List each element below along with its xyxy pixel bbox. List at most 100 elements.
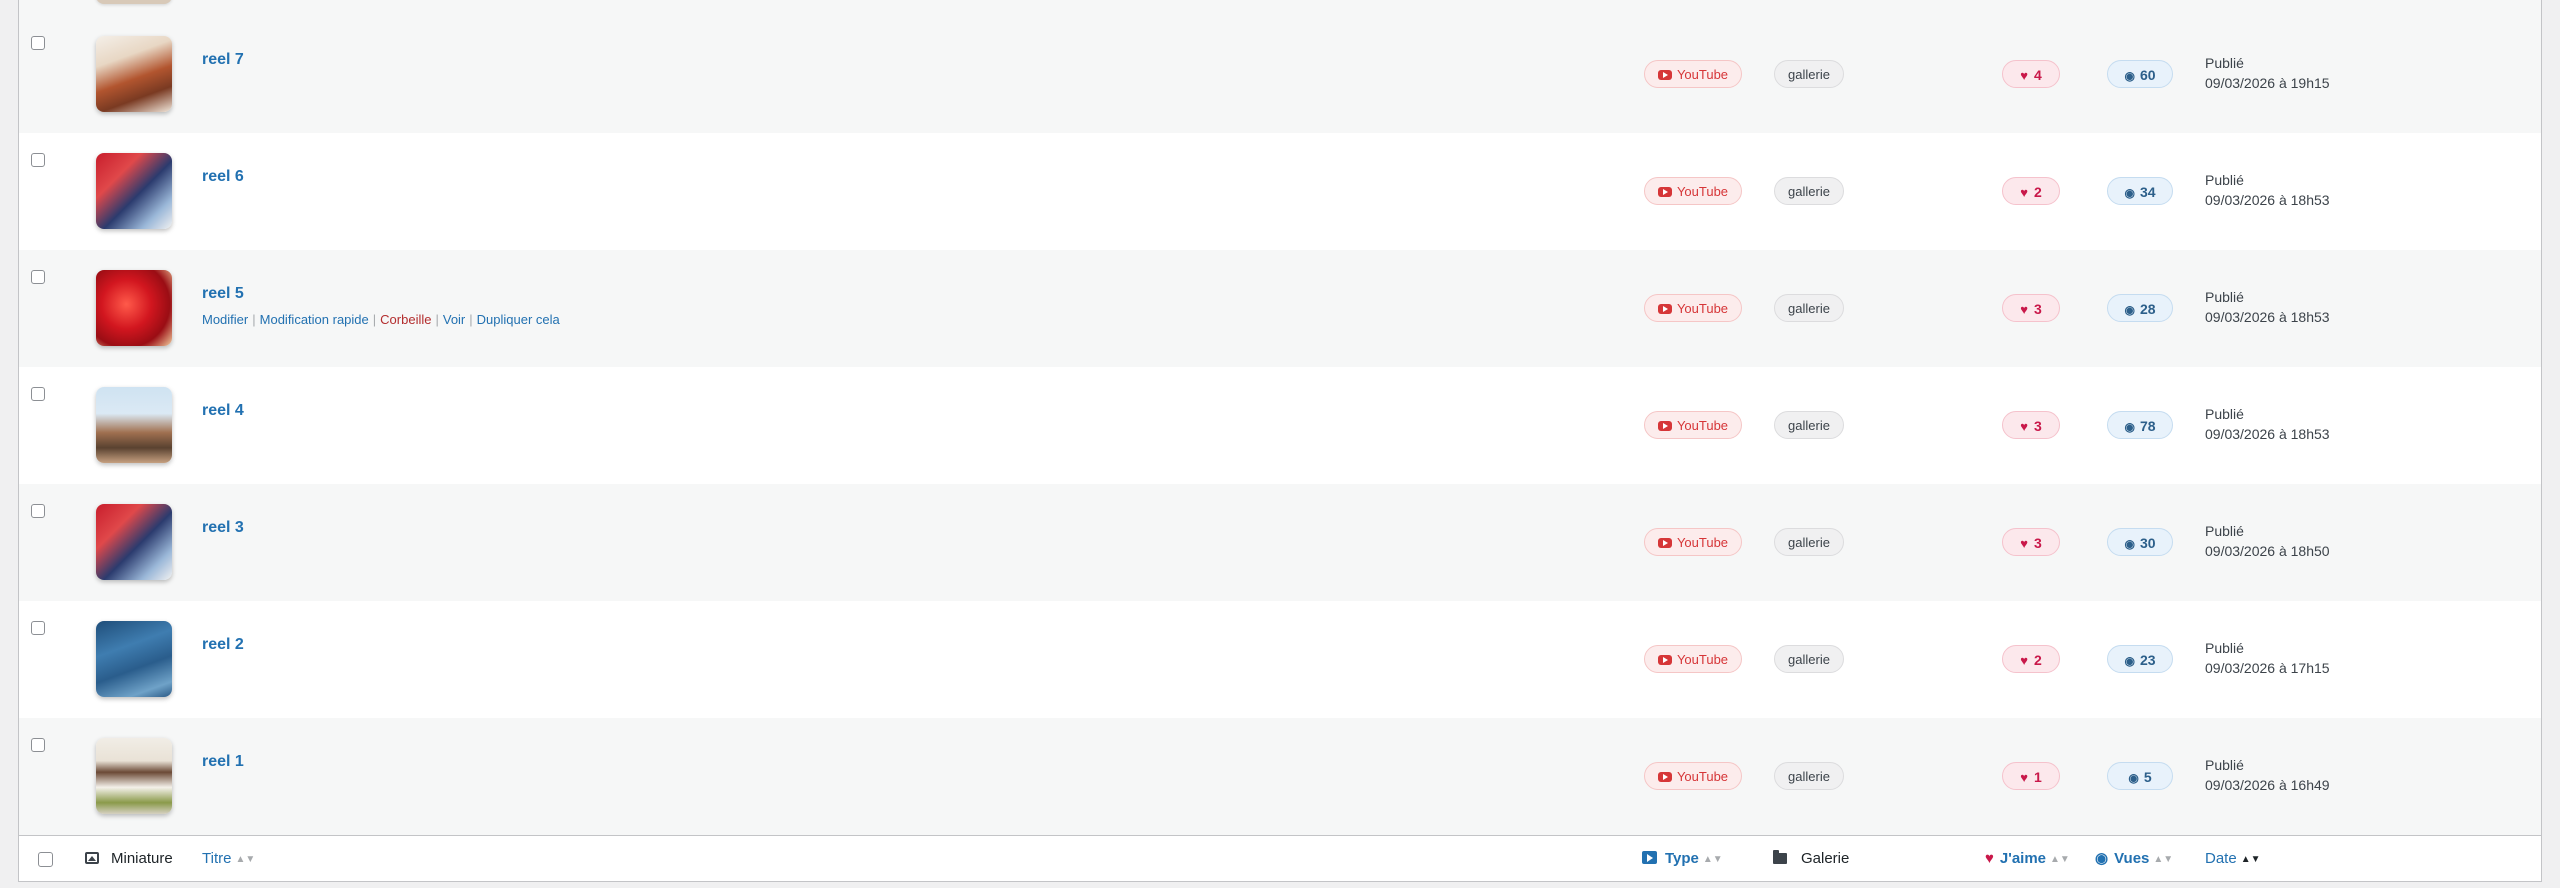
table-row: reel 3 YouTube gallerie ♥ 3 ◉ 30 Publié 09/… xyxy=(19,484,2541,601)
column-type-sort[interactable]: Type ▲▼ xyxy=(1642,848,1723,871)
table-row: reel 4 YouTube gallerie ♥ 3 ◉ 78 Publié 09/… xyxy=(19,367,2541,484)
type-badge: YouTube xyxy=(1644,60,1742,88)
date-cell: Publié 09/03/2026 à 17h15 xyxy=(2205,640,2330,676)
table-row: reel 6 YouTube gallerie ♥ 2 ◉ 34 Publié 09/… xyxy=(19,133,2541,250)
youtube-icon xyxy=(1657,772,1672,782)
row-checkbox[interactable] xyxy=(31,504,45,518)
row-thumbnail[interactable] xyxy=(96,270,172,346)
date-cell: Publié 09/03/2026 à 18h50 xyxy=(2205,523,2330,559)
folder-icon xyxy=(1773,850,1787,864)
image-icon xyxy=(85,852,99,864)
row-thumbnail[interactable] xyxy=(96,387,172,463)
row-title-link[interactable]: reel 2 xyxy=(202,636,244,654)
row-checkbox[interactable] xyxy=(31,270,45,284)
views-badge: ◉ 34 xyxy=(2107,177,2173,205)
row-title-link[interactable]: reel 1 xyxy=(202,753,244,771)
row-actions: Modifier | Modification rapide | Corbeille | V… xyxy=(202,312,560,327)
table-body: reel 7 YouTube gallerie ♥ 4 ◉ 60 Publié 09/… xyxy=(19,16,2541,835)
row-thumbnail[interactable] xyxy=(96,504,172,580)
youtube-icon xyxy=(1657,70,1672,80)
row-title-link[interactable]: reel 7 xyxy=(202,51,244,69)
previous-thumbnail-edge xyxy=(96,0,172,4)
row-thumbnail[interactable] xyxy=(96,738,172,814)
eye-icon: ◉ xyxy=(2124,69,2135,83)
row-title-link[interactable]: reel 3 xyxy=(202,519,244,537)
table-row: reel 7 YouTube gallerie ♥ 4 ◉ 60 Publié 09/… xyxy=(19,16,2541,133)
eye-icon: ◉ xyxy=(2124,654,2135,668)
likes-badge: ♥ 1 xyxy=(2002,762,2060,790)
column-gallery: Galerie xyxy=(1773,848,1849,870)
row-thumbnail[interactable] xyxy=(96,36,172,112)
row-checkbox[interactable] xyxy=(31,36,45,50)
gallery-badge: gallerie xyxy=(1774,60,1844,88)
date-cell: Publié 09/03/2026 à 19h15 xyxy=(2205,55,2330,91)
views-badge: ◉ 5 xyxy=(2107,762,2173,790)
row-checkbox[interactable] xyxy=(31,387,45,401)
heart-icon: ♥ xyxy=(2020,185,2028,200)
table-row: reel 1 YouTube gallerie ♥ 1 ◉ 5 Publié 09/0… xyxy=(19,718,2541,835)
type-badge: YouTube xyxy=(1644,645,1742,673)
heart-icon: ♥ xyxy=(2020,419,2028,434)
duplicate-link[interactable]: Dupliquer cela xyxy=(477,312,560,327)
edit-link[interactable]: Modifier xyxy=(202,312,248,327)
table-footer: Miniature Titre ▲▼ Type ▲▼ Galerie ♥ J'aime… xyxy=(19,835,2541,881)
date-cell: Publié 09/03/2026 à 16h49 xyxy=(2205,757,2330,793)
column-thumbnail: Miniature xyxy=(85,848,173,870)
heart-icon: ♥ xyxy=(2020,536,2028,551)
gallery-badge: gallerie xyxy=(1774,528,1844,556)
sort-icon: ▲▼ xyxy=(2050,854,2070,865)
column-date-sort[interactable]: Date ▲▼ xyxy=(2205,848,2260,871)
type-badge: YouTube xyxy=(1644,177,1742,205)
likes-badge: ♥ 3 xyxy=(2002,411,2060,439)
sort-icon: ▲▼ xyxy=(2153,854,2174,865)
trash-link[interactable]: Corbeille xyxy=(380,312,431,327)
likes-badge: ♥ 3 xyxy=(2002,528,2060,556)
youtube-icon xyxy=(1657,304,1672,314)
sort-icon: ▲▼ xyxy=(235,854,256,865)
column-views-sort[interactable]: ◉ Vues ▲▼ xyxy=(2095,848,2173,871)
type-badge: YouTube xyxy=(1644,411,1742,439)
heart-icon: ♥ xyxy=(2020,68,2028,83)
youtube-icon xyxy=(1657,538,1672,548)
eye-icon: ◉ xyxy=(2124,420,2135,434)
heart-icon: ♥ xyxy=(2020,770,2028,785)
row-checkbox[interactable] xyxy=(31,621,45,635)
gallery-badge: gallerie xyxy=(1774,294,1844,322)
row-title-link[interactable]: reel 5 xyxy=(202,285,244,303)
likes-badge: ♥ 3 xyxy=(2002,294,2060,322)
heart-icon: ♥ xyxy=(1985,850,1994,867)
gallery-badge: gallerie xyxy=(1774,177,1844,205)
select-all-checkbox[interactable] xyxy=(38,852,53,867)
heart-icon: ♥ xyxy=(2020,653,2028,668)
youtube-icon xyxy=(1657,187,1672,197)
views-badge: ◉ 30 xyxy=(2107,528,2173,556)
row-checkbox[interactable] xyxy=(31,153,45,167)
row-title-link[interactable]: reel 6 xyxy=(202,168,244,186)
video-icon xyxy=(1642,851,1657,864)
likes-badge: ♥ 2 xyxy=(2002,177,2060,205)
views-badge: ◉ 23 xyxy=(2107,645,2173,673)
likes-badge: ♥ 2 xyxy=(2002,645,2060,673)
view-link[interactable]: Voir xyxy=(443,312,465,327)
eye-icon: ◉ xyxy=(2124,186,2135,200)
row-title-link[interactable]: reel 4 xyxy=(202,402,244,420)
youtube-icon xyxy=(1657,655,1672,665)
type-badge: YouTube xyxy=(1644,762,1742,790)
youtube-icon xyxy=(1657,421,1672,431)
posts-table: reel 7 YouTube gallerie ♥ 4 ◉ 60 Publié 09/… xyxy=(18,0,2542,882)
row-thumbnail[interactable] xyxy=(96,153,172,229)
type-badge: YouTube xyxy=(1644,528,1742,556)
views-badge: ◉ 60 xyxy=(2107,60,2173,88)
eye-icon: ◉ xyxy=(2095,850,2109,867)
gallery-badge: gallerie xyxy=(1774,411,1844,439)
row-checkbox[interactable] xyxy=(31,738,45,752)
gallery-badge: gallerie xyxy=(1774,762,1844,790)
column-title-sort[interactable]: Titre ▲▼ xyxy=(202,848,255,871)
row-thumbnail[interactable] xyxy=(96,621,172,697)
eye-icon: ◉ xyxy=(2124,303,2135,317)
date-cell: Publié 09/03/2026 à 18h53 xyxy=(2205,289,2330,325)
quick-edit-link[interactable]: Modification rapide xyxy=(260,312,369,327)
heart-icon: ♥ xyxy=(2020,302,2028,317)
views-badge: ◉ 78 xyxy=(2107,411,2173,439)
column-likes-sort[interactable]: ♥ J'aime ▲▼ xyxy=(1985,848,2070,871)
